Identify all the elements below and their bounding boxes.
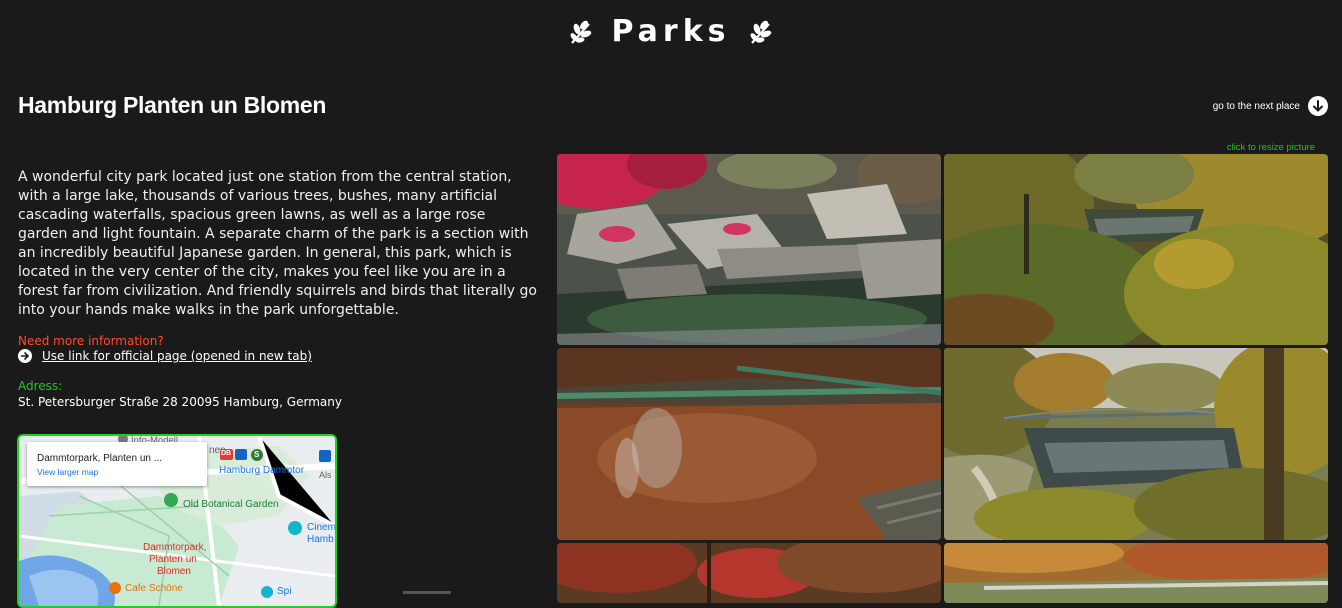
- address-value: St. Petersburger Straße 28 20095 Hamburg…: [18, 395, 342, 409]
- site-title: Parks: [0, 14, 1342, 49]
- site-title-text: Parks: [611, 14, 731, 49]
- map-label-spi: Spi: [277, 586, 292, 597]
- official-page-link-text[interactable]: Use link for official page (opened in ne…: [42, 349, 312, 363]
- next-place-button[interactable]: go to the next place: [1213, 96, 1328, 116]
- view-larger-map-link[interactable]: View larger map: [37, 467, 207, 477]
- map-place-title: Dammtorpark, Planten un ...: [37, 453, 163, 464]
- map-label-park-line1: Dammtorpark,: [143, 542, 207, 553]
- lake-bridge-photo[interactable]: [944, 348, 1328, 540]
- map-label-db: DB: [221, 450, 232, 457]
- red-trees-photo[interactable]: [557, 543, 941, 603]
- map-label-station: Hamburg Dammtor: [219, 465, 305, 476]
- leaf-icon: [749, 20, 773, 46]
- autumn-lake-photo[interactable]: [944, 154, 1328, 345]
- resize-hint: click to resize picture: [1226, 142, 1315, 153]
- leaf-pool-photo[interactable]: [557, 348, 941, 540]
- info-label: Need more information?: [18, 334, 164, 348]
- place-title: Hamburg Planten un Blomen: [18, 92, 327, 118]
- map-label-cinema-line1: Cinem: [307, 522, 336, 533]
- map-label-als: Als: [319, 470, 332, 480]
- map-label-s: S: [254, 450, 260, 459]
- leaf-icon: [569, 20, 593, 46]
- map-label-cafe: Cafe Schöne: [125, 583, 183, 594]
- map-label-cinema-line2: Hamb: [307, 534, 334, 545]
- map-info-card: Dammtorpark, Planten un ... View larger …: [27, 442, 207, 486]
- autumn-path-photo[interactable]: [944, 543, 1328, 603]
- next-place-label: go to the next place: [1212, 100, 1300, 112]
- address-label: Adress:: [18, 379, 63, 393]
- official-page-link[interactable]: Use link for official page (opened in ne…: [18, 349, 312, 363]
- place-description: A wonderful city park located just one s…: [18, 169, 537, 318]
- japanese-garden-photo[interactable]: [557, 154, 941, 345]
- arrow-right-icon: [18, 349, 32, 363]
- map-label-park-line3: Blomen: [157, 566, 191, 577]
- map-label-park-line2: Planten un: [149, 554, 197, 565]
- embedded-map[interactable]: Info-Modell nen DB S Hamburg Dammtor Als…: [17, 434, 337, 608]
- arrow-down-icon: [1308, 96, 1328, 116]
- map-label-garden: Old Botanical Garden: [183, 499, 279, 510]
